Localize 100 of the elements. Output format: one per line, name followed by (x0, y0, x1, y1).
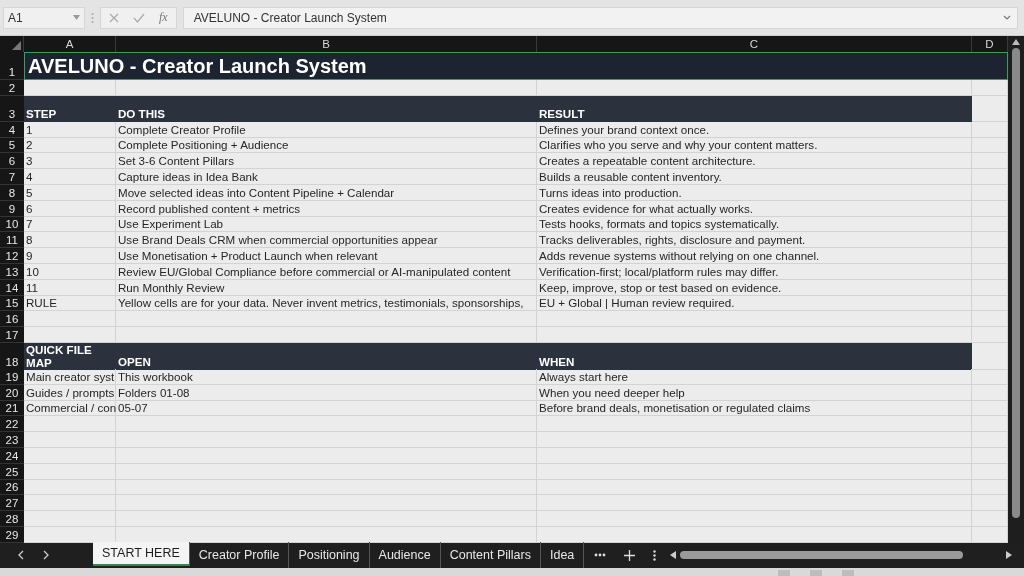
table-cell: Complete Positioning + Audience (116, 137, 537, 154)
table-cell: 3 (24, 153, 116, 170)
sheet-tab[interactable]: START HERE (93, 542, 190, 566)
table-cell: Use Monetisation + Product Launch when relevant (116, 248, 537, 264)
chevron-down-icon[interactable] (1003, 15, 1011, 20)
table-cell: Move selected ideas into Content Pipeline + Calendar (116, 185, 537, 201)
table-cell: Tests hooks, formats and topics systematically. (537, 216, 972, 233)
name-box[interactable]: A1 (3, 6, 85, 29)
row-number: 1 (8, 66, 16, 78)
row-number: 11 (6, 234, 18, 247)
table-cell: Before brand deals, monetisation or regulated claims (537, 400, 972, 417)
row-number: 21 (5, 402, 19, 415)
table-cell: Creates evidence for what actually works. (537, 200, 972, 217)
row-number: 24 (5, 449, 19, 462)
table-cell: 9 (24, 248, 116, 264)
table-cell: Adds revenue systems without relying on one channel. (537, 248, 972, 264)
column-header[interactable]: D (985, 38, 994, 50)
formula-field[interactable]: AVELUNO - Creator Launch System (182, 6, 1018, 29)
table-cell: 10 (24, 263, 116, 280)
sheet-title: AVELUNO - Creator Launch System (24, 52, 1008, 80)
table-cell: Use Brand Deals CRM when commercial opportunities appear (116, 232, 537, 249)
table-cell: Main creator syst (24, 368, 116, 385)
table-cell: Commercial / con (24, 400, 116, 417)
column-header[interactable]: C (749, 38, 759, 50)
row-number: 19 (5, 370, 19, 383)
scroll-left-icon[interactable] (670, 551, 677, 559)
row-number: 9 (8, 202, 16, 215)
table-cell: This workbook (116, 368, 537, 385)
more-dots-icon (91, 11, 94, 24)
table-cell: RULE (24, 295, 116, 312)
row-number: 18 (5, 355, 19, 368)
table-cell: EU + Global | Human review required. (537, 295, 972, 312)
row-number: 5 (8, 139, 16, 152)
table-cell: Defines your brand context once. (537, 121, 972, 138)
row-number: 13 (5, 265, 19, 278)
vertical-scrollbar[interactable] (1008, 36, 1024, 542)
table-cell: 6 (24, 200, 116, 217)
table-cell: Keep, improve, stop or test based on evidence. (537, 279, 972, 296)
table-cell: Folders 01-08 (116, 384, 537, 401)
table-cell: Complete Creator Profile (116, 121, 537, 138)
table-cell: Run Monthly Review (116, 279, 537, 296)
column-heading: RESULT (537, 95, 972, 122)
row-number: 15 (5, 297, 19, 310)
row-number: 20 (5, 386, 19, 399)
row-number: 14 (5, 281, 19, 294)
table-cell: When you need deeper help (537, 384, 972, 401)
table-cell: 7 (24, 216, 116, 233)
column-heading: STEP (24, 95, 116, 122)
row-number: 27 (5, 497, 19, 510)
row-number: 17 (5, 328, 19, 341)
column-heading: DO THIS (116, 95, 537, 122)
row-number: 23 (5, 433, 19, 446)
column-header[interactable]: B (322, 38, 330, 50)
vertical-dots-icon[interactable] (653, 549, 657, 561)
more-tabs-icon[interactable] (594, 553, 607, 557)
table-cell: Tracks deliverables, rights, disclosure and payment. (537, 232, 972, 249)
table-cell: 1 (24, 121, 116, 138)
table-cell: 05-07 (116, 400, 537, 417)
select-all-icon[interactable] (12, 41, 21, 50)
row-number: 22 (5, 418, 19, 431)
table-cell: Record published content + metrics (116, 200, 537, 217)
scroll-right-icon[interactable] (1006, 551, 1012, 559)
table-cell: Capture ideas in Idea Bank (116, 169, 537, 185)
column-heading: OPEN (116, 342, 537, 370)
plus-icon[interactable] (624, 549, 636, 561)
table-cell: Clarifies who you serve and why your content matters. (537, 137, 972, 154)
row-number: 6 (8, 155, 16, 168)
table-cell: 5 (24, 185, 116, 201)
table-cell: Guides / prompts (24, 384, 116, 401)
table-cell: Review EU/Global Compliance before commercial or AI-manipulated content (116, 263, 537, 280)
row-number: 28 (5, 512, 19, 525)
row-number: 2 (8, 81, 16, 94)
horizontal-scrollbar[interactable] (670, 551, 1012, 559)
row-number: 16 (5, 313, 19, 326)
table-cell: Yellow cells are for your data. Never invent metrics, testimonials, sponsorships, (116, 295, 537, 312)
table-cell: Turns ideas into production. (537, 185, 972, 201)
row-number: 25 (5, 465, 19, 478)
row-number: 4 (8, 123, 16, 136)
caret-icon (73, 15, 80, 20)
table-cell: Set 3-6 Content Pillars (116, 153, 537, 170)
column-header[interactable]: A (65, 38, 74, 50)
column-heading: WHEN (537, 342, 972, 370)
row-number: 12 (5, 249, 19, 262)
table-cell: Creates a repeatable content architecture. (537, 153, 972, 170)
table-cell: 4 (24, 169, 116, 185)
insert-function-button[interactable]: fx (159, 10, 168, 25)
table-cell: 2 (24, 137, 116, 154)
row-number: 26 (5, 481, 19, 494)
scroll-up-icon[interactable] (1012, 39, 1020, 45)
table-cell: 8 (24, 232, 116, 249)
row-number: 29 (5, 528, 19, 541)
row-number: 3 (8, 107, 16, 120)
row-number: 7 (8, 171, 16, 183)
table-cell: Use Experiment Lab (116, 216, 537, 233)
table-cell: Always start here (537, 368, 972, 385)
row-number: 8 (8, 186, 16, 199)
column-heading: QUICK FILE MAP (24, 342, 116, 370)
table-cell: Builds a reusable content inventory. (537, 169, 972, 185)
table-cell: Verification-first; local/platform rules may differ. (537, 263, 972, 280)
checkmark-icon[interactable] (133, 12, 145, 23)
